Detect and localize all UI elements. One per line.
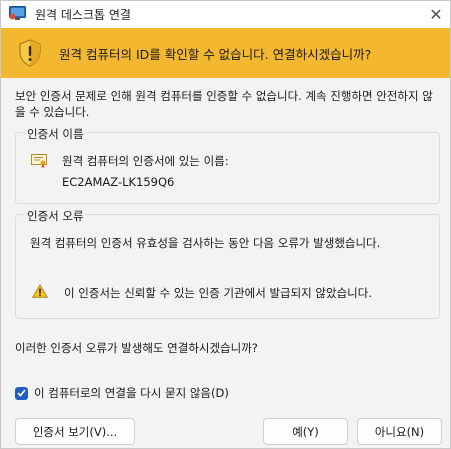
certificate-error-message: 이 인증서는 신뢰할 수 있는 인증 기관에서 발급되지 않았습니다. (64, 286, 372, 300)
close-icon: ✕ (429, 5, 443, 24)
checkmark-icon (17, 389, 26, 397)
remote-desktop-app-icon (9, 6, 26, 20)
view-certificate-button[interactable]: 인증서 보기(V)... (15, 418, 135, 445)
warning-banner: 원격 컴퓨터의 ID를 확인할 수 없습니다. 연결하시겠습니까? (1, 28, 450, 78)
intro-text: 보안 인증서 문제로 인해 원격 컴퓨터를 인증할 수 없습니다. 계속 진행하… (15, 89, 433, 119)
certificate-name-label: 원격 컴퓨터의 인증서에 있는 이름: (62, 154, 229, 168)
window-title: 원격 데스크톱 연결 (35, 8, 131, 22)
certificate-name-group-title: 인증서 이름 (24, 126, 87, 142)
certificate-error-description: 원격 컴퓨터의 인증서 유효성을 검사하는 동안 다음 오류가 발생했습니다. (30, 236, 381, 250)
no-button[interactable]: 아니요(N) (357, 418, 442, 445)
dont-ask-checkbox-row[interactable]: 이 컴퓨터로의 연결을 다시 묻지 않음(D) (15, 385, 229, 401)
close-button[interactable]: ✕ (422, 1, 450, 28)
shield-warning-icon (19, 39, 41, 67)
dont-ask-checkbox[interactable] (15, 386, 28, 400)
certificate-error-group-title: 인증서 오류 (24, 208, 87, 224)
remote-desktop-dialog: 원격 데스크톱 연결 ✕ 원격 컴퓨터의 ID를 확인할 수 없습니다. 연결하… (0, 0, 451, 449)
dont-ask-label: 이 컴퓨터로의 연결을 다시 묻지 않음(D) (34, 386, 229, 400)
warning-icon (32, 284, 48, 298)
yes-button[interactable]: 예(Y) (263, 418, 348, 445)
banner-message: 원격 컴퓨터의 ID를 확인할 수 없습니다. 연결하시겠습니까? (59, 47, 372, 62)
certificate-name-value: EC2AMAZ-LK159Q6 (62, 175, 175, 189)
certificate-error-group: 인증서 오류 원격 컴퓨터의 인증서 유효성을 검사하는 동안 다음 오류가 발… (15, 208, 440, 319)
title-bar: 원격 데스크톱 연결 ✕ (1, 1, 450, 28)
certificate-icon (31, 154, 47, 168)
certificate-name-group: 인증서 이름 원격 컴퓨터의 인증서에 있는 이름: EC2AMAZ-LK159… (15, 126, 440, 204)
connect-question: 이러한 인증서 오류가 발생해도 연결하시겠습니까? (15, 341, 258, 355)
